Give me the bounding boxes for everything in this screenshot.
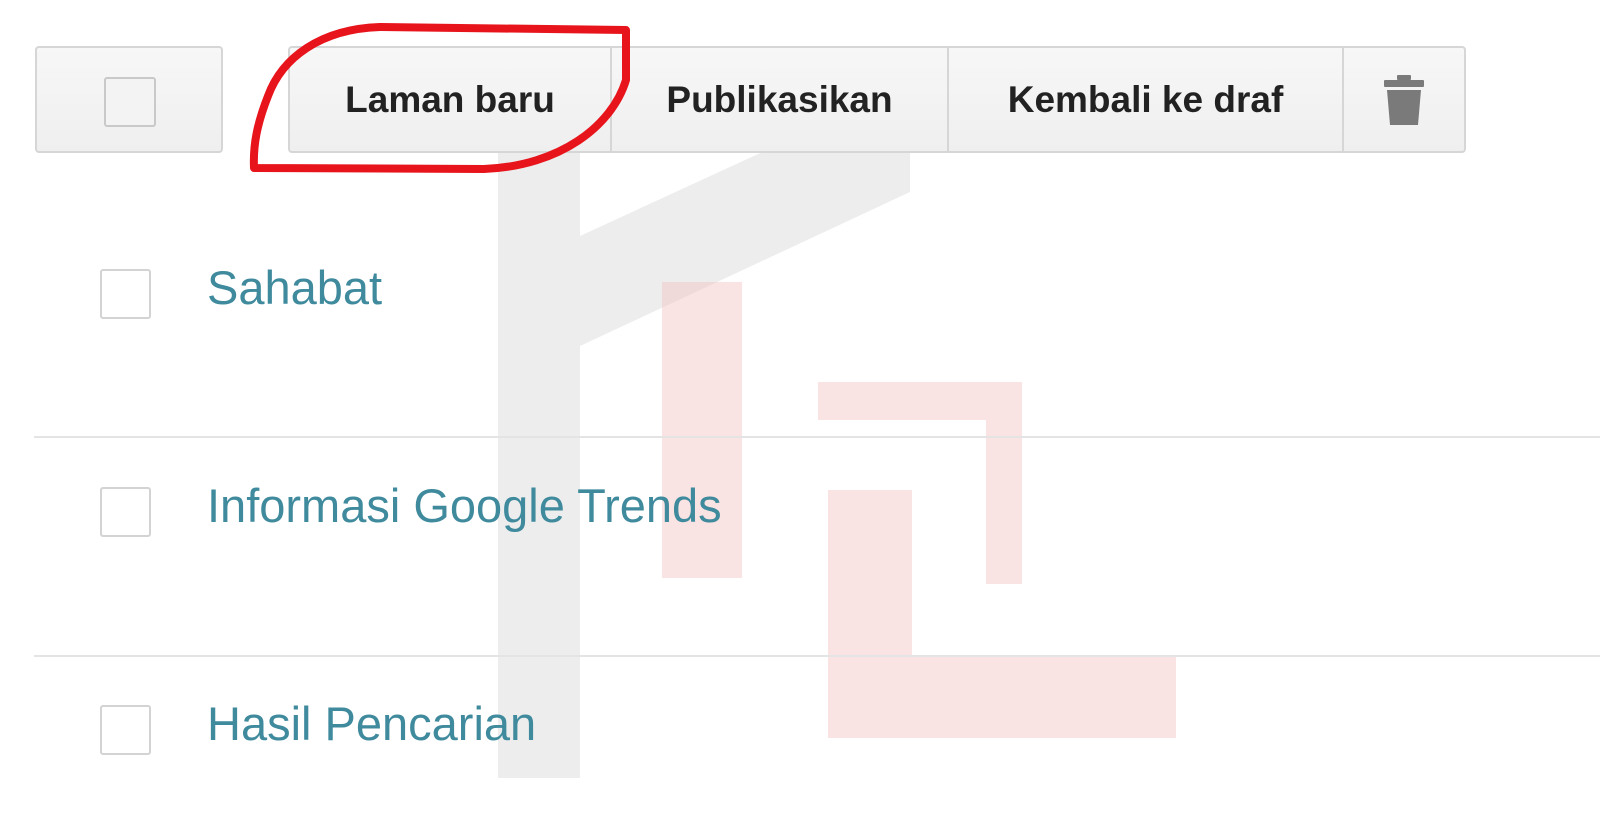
action-button-group: Laman baru Publikasikan Kembali ke draf [288,46,1466,153]
page-title-link[interactable]: Sahabat [207,260,382,315]
list-item: Informasi Google Trends [0,400,1600,618]
new-page-button[interactable]: Laman baru [288,46,612,153]
row-checkbox[interactable] [100,705,151,755]
page-title-link[interactable]: Informasi Google Trends [207,478,722,533]
delete-button[interactable] [1342,46,1466,153]
select-all-checkbox[interactable] [104,77,156,127]
select-all-dropdown[interactable] [35,46,223,153]
row-checkbox[interactable] [100,269,151,319]
page: Laman baru Publikasikan Kembali ke draf … [0,0,1600,816]
publish-button[interactable]: Publikasikan [610,46,949,153]
trash-icon [1383,74,1425,125]
row-checkbox[interactable] [100,487,151,537]
list-item: Sahabat [0,182,1600,400]
page-title-link[interactable]: Hasil Pencarian [207,696,536,751]
revert-to-draft-button[interactable]: Kembali ke draf [947,46,1344,153]
list-item: Hasil Pencarian [0,618,1600,816]
